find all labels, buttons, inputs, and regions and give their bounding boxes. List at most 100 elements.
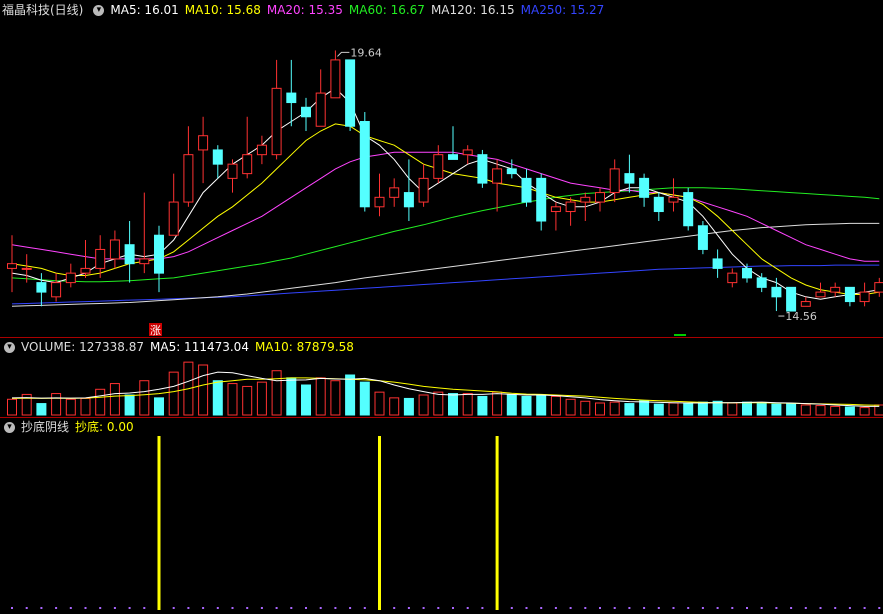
signal-bar — [495, 436, 499, 610]
indicator-baseline-dot — [40, 607, 43, 609]
indicator-chart — [11, 436, 881, 610]
indicator-baseline-dot — [584, 607, 587, 609]
candle-body — [139, 258, 150, 265]
volume-bar — [580, 400, 591, 416]
indicator-baseline-dot — [99, 607, 102, 609]
volume-bar — [124, 394, 135, 416]
volume-bar — [521, 395, 532, 416]
volume-bar — [271, 370, 282, 416]
chevron-down-icon[interactable]: ▾ — [93, 5, 105, 16]
indicator-baseline-dot — [672, 607, 675, 609]
volume-bar — [198, 364, 209, 416]
volume-bar — [609, 401, 620, 416]
volume-bar — [697, 401, 708, 416]
volume-bar — [653, 403, 664, 416]
volume-bar — [786, 403, 797, 416]
volume-chart — [7, 361, 883, 416]
volume-bar — [139, 380, 150, 416]
candle-body — [198, 135, 209, 151]
candle-body — [7, 263, 17, 269]
chevron-down-icon[interactable]: ▾ — [4, 422, 15, 433]
volume-bar — [800, 404, 811, 416]
volume-bar — [212, 380, 223, 416]
indicator-baseline-dot — [687, 607, 690, 609]
volume-bar — [256, 381, 267, 416]
candle-body — [154, 234, 164, 274]
indicator-baseline-dot — [422, 607, 425, 609]
indicator-baseline-dot — [11, 607, 13, 609]
volume-bar — [403, 397, 414, 416]
volume-bar — [462, 393, 473, 416]
volume-bar — [448, 393, 458, 416]
volume-bar — [830, 405, 841, 416]
volume-bar — [51, 393, 62, 416]
volume-bar — [389, 397, 400, 416]
candle-body — [830, 286, 841, 293]
indicator-baseline-dot — [55, 607, 58, 609]
kline-header: 福晶科技(日线) ▾ MA5: 16.01 MA10: 15.68 MA20: 15.3… — [0, 1, 616, 19]
volume-bar — [565, 398, 576, 416]
candle-body — [168, 201, 179, 236]
indicator-baseline-dot — [834, 607, 837, 609]
candle-body — [844, 286, 855, 303]
indicator-baseline-dot — [113, 607, 116, 609]
indicator-baseline-dot — [260, 607, 263, 609]
volume-bar — [301, 384, 311, 416]
indicator-baseline-dot — [878, 607, 881, 609]
ma-legend-item-0: MA5: 16.01 — [110, 3, 179, 17]
candle-body — [212, 149, 223, 165]
candle-body — [359, 121, 370, 208]
ma-legend-item-3: MA60: 16.67 — [348, 3, 425, 17]
volume-bar — [756, 401, 767, 416]
chevron-down-icon[interactable]: ▾ — [4, 342, 15, 353]
candle-body — [345, 59, 356, 127]
ma-legend-item-1: MA10: 15.68 — [184, 3, 261, 17]
candle-body — [315, 92, 326, 127]
volume-bar — [624, 403, 635, 416]
volume-bar — [330, 380, 341, 416]
indicator-baseline-dot — [554, 607, 557, 609]
indicator-baseline-dot — [746, 607, 748, 609]
stock-title: 福晶科技(日线) — [2, 3, 84, 17]
indicator-baseline-dot — [69, 607, 72, 609]
candle-body — [286, 92, 297, 104]
indicator-baseline-dot — [731, 607, 734, 609]
volume-legend-item-0: VOLUME: 127338.87 — [21, 340, 144, 354]
indicator-baseline-dot — [202, 607, 205, 609]
indicator-baseline-dot — [143, 607, 146, 609]
candle-body — [433, 154, 444, 179]
indicator-baseline-dot — [452, 607, 454, 609]
indicator-baseline-dot — [305, 607, 307, 609]
candle-body — [301, 106, 311, 118]
volume-bar — [595, 402, 605, 416]
ma-legend: MA5: 16.01 MA10: 15.68 MA20: 15.35 MA60: 16… — [110, 3, 610, 17]
candle-body — [565, 201, 576, 213]
volume-bar — [109, 383, 120, 416]
candle-body — [271, 87, 282, 156]
indicator-baseline-dot — [613, 607, 616, 609]
volume-bar — [477, 395, 488, 416]
candle-body — [580, 196, 591, 203]
candle-body — [418, 177, 429, 203]
candle-body — [859, 291, 870, 303]
up-marker-text: 涨 — [150, 324, 161, 337]
indicator-header: ▾ 抄底阴线 抄底: 0.00 — [0, 418, 146, 436]
volume-bar — [506, 394, 517, 416]
candle-body — [109, 239, 120, 260]
ma-legend-item-2: MA20: 15.35 — [266, 3, 343, 17]
candle-body — [712, 258, 723, 269]
volume-bar — [815, 405, 826, 416]
candle-body — [95, 248, 106, 269]
indicator-legend: 抄底阴线 抄底: 0.00 — [21, 420, 140, 434]
indicator-baseline-dot — [848, 607, 851, 609]
candle-body — [639, 177, 650, 198]
candle-body — [536, 177, 547, 222]
indicator-baseline-dot — [319, 607, 322, 609]
signal-bar — [157, 436, 161, 610]
indicator-baseline-dot — [525, 607, 528, 609]
volume-bar — [154, 397, 164, 416]
volume-bar — [433, 391, 444, 416]
ma-line-MA20 — [11, 151, 880, 262]
candle-body — [242, 154, 253, 175]
indicator-baseline-dot — [716, 607, 719, 609]
